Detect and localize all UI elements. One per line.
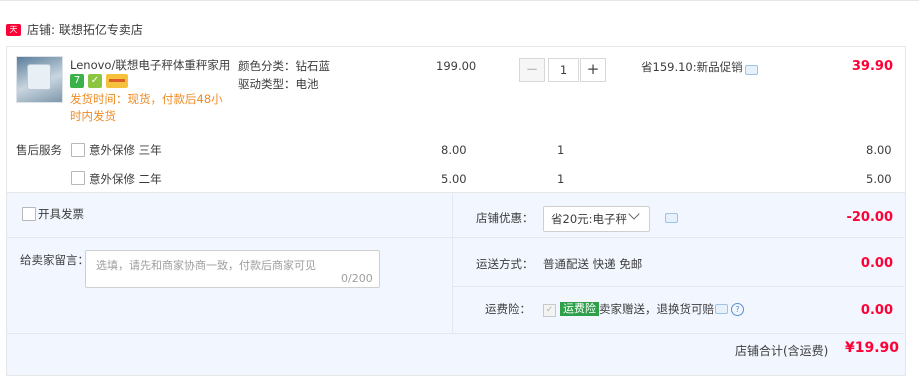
tmall-badge-icon: 天猫 [6, 24, 21, 46]
service-checkbox-2yr[interactable] [71, 171, 85, 185]
sku-color: 颜色分类：钻石蓝 [238, 59, 330, 73]
guarantee-shield-icon[interactable]: ✓ [88, 74, 102, 88]
quantity-increase-button[interactable]: + [580, 58, 606, 82]
product-title-link[interactable]: Lenovo/联想电子秤体重秤家用... [70, 57, 230, 73]
seven-day-return-icon[interactable]: 7 [70, 74, 84, 88]
invoice-label: 开具发票 [38, 207, 84, 221]
insurance-tag-badge: 运费险 [560, 302, 599, 316]
service-name-3yr: 意外保修 三年 [89, 143, 162, 157]
shop-total-value: ¥19.90 [845, 340, 900, 356]
service-qty-2yr: 1 [557, 172, 565, 186]
panel-row-divider-left [6, 237, 452, 238]
top-divider [0, 0, 919, 5]
quantity-stepper: − 1 + [519, 58, 606, 82]
panel-row-divider-3 [6, 333, 904, 334]
service-price-2yr: 5.00 [441, 172, 467, 186]
insurance-comment-icon[interactable] [715, 304, 728, 314]
shop-name-link[interactable]: 店铺: 联想拓亿专卖店 [27, 21, 143, 39]
card-stripe [109, 79, 125, 82]
credit-card-icon[interactable] [106, 74, 128, 88]
message-char-count: 0/200 [341, 272, 373, 285]
promo-comment-icon[interactable] [745, 65, 758, 75]
insurance-fee: 0.00 [860, 303, 893, 318]
insurance-label: 运费险： [485, 302, 531, 316]
delivery-time-text: 发货时间：现货，付款后48小时内发货 [70, 92, 223, 123]
service-qty-3yr: 1 [557, 143, 565, 157]
sku-power: 驱动类型：电池 [238, 77, 319, 91]
discount-comment-icon[interactable] [665, 213, 678, 223]
discount-selected-value: 省20元:电子秤 [551, 212, 628, 226]
quantity-input[interactable]: 1 [548, 58, 579, 82]
shipping-fee: 0.00 [860, 256, 893, 271]
insurance-checkbox[interactable]: ✓ [543, 304, 556, 317]
service-label: 售后服务 [16, 143, 62, 157]
panel-column-divider [452, 193, 453, 333]
panel-row-divider-2 [453, 286, 904, 287]
service-price-3yr: 8.00 [441, 143, 467, 157]
insurance-description: 卖家赠送，退换货可赔 [599, 302, 714, 316]
message-placeholder: 选填，请先和商家协商一致，付款后商家可见 [96, 259, 316, 272]
quantity-decrease-button[interactable]: − [519, 58, 545, 82]
service-name-2yr: 意外保修 二年 [89, 172, 162, 186]
unit-price: 199.00 [436, 59, 477, 73]
discount-value: -20.00 [846, 210, 893, 225]
service-total-3yr: 8.00 [866, 143, 892, 157]
help-question-icon[interactable]: ? [731, 303, 744, 316]
message-label: 给卖家留言： [20, 253, 89, 267]
shop-total-label: 店铺合计(含运费) [735, 344, 829, 358]
item-subtotal: 39.90 [851, 59, 893, 74]
shipping-method: 普通配送 快递 免邮 [543, 257, 643, 271]
scale-image-icon [27, 64, 51, 90]
service-total-2yr: 5.00 [866, 172, 892, 186]
service-checkbox-3yr[interactable] [71, 143, 85, 157]
discount-label: 店铺优惠： [476, 211, 534, 225]
panel-row-divider-1 [453, 237, 904, 238]
promotion-text: 省159.10:新品促销 [641, 60, 743, 74]
invoice-checkbox[interactable] [22, 207, 36, 221]
shipping-label: 运送方式： [476, 257, 534, 271]
